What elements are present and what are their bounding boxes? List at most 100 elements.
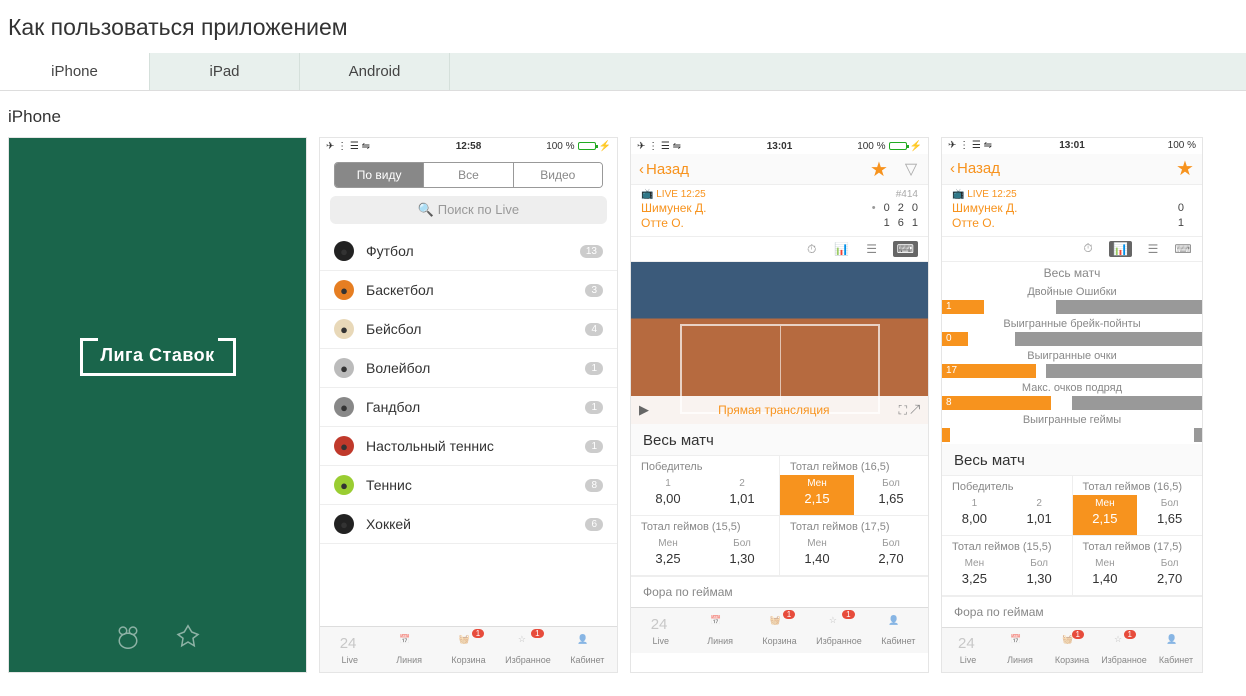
tab-ipad[interactable]: iPad xyxy=(150,53,300,90)
stat-bar-right xyxy=(1056,300,1202,314)
odd-t175-over[interactable]: Бол2,70 xyxy=(854,535,928,575)
filter-icon[interactable]: ▽ xyxy=(902,160,920,178)
sport-icon: ● xyxy=(334,280,354,300)
screenshot-sports-list: ✈ ⋮ ☰ ⇋ 12:58 100 %⚡ По виду Все Видео 🔍… xyxy=(319,137,618,673)
chevron-left-icon: ‹ xyxy=(639,161,644,178)
market-handicap[interactable]: Фора по геймам xyxy=(942,596,1202,627)
stat-bar-left: 1 xyxy=(942,300,984,314)
stat-bar-left: 0 xyxy=(942,332,968,346)
odd-t165-over[interactable]: Бол1,65 xyxy=(854,475,928,515)
sport-count: 1 xyxy=(585,362,603,375)
sport-count: 3 xyxy=(585,284,603,297)
odd-t155-over[interactable]: Бол1,30 xyxy=(1007,555,1072,595)
odd-t165-under[interactable]: Мен2,15 xyxy=(1073,495,1138,535)
tabbar-избранное[interactable]: ☆ Избранное 1 xyxy=(809,608,868,653)
tabbar-кабинет[interactable]: 👤 Кабинет xyxy=(869,608,928,653)
list-icon[interactable]: ☰ xyxy=(1144,241,1162,257)
seg-all[interactable]: Все xyxy=(423,163,512,187)
sport-row[interactable]: ● Гандбол 1 xyxy=(320,388,617,427)
seg-video[interactable]: Видео xyxy=(513,163,602,187)
tabbar-корзина[interactable]: 🧺 Корзина 1 xyxy=(439,627,498,672)
search-input[interactable]: 🔍 Поиск по Live xyxy=(330,196,607,224)
airplane-icon: ✈ ⋮ ☰ ⇋ xyxy=(326,141,370,152)
sport-row[interactable]: ● Бейсбол 4 xyxy=(320,310,617,349)
back-button[interactable]: ‹Назад xyxy=(639,161,689,178)
tabbar-корзина[interactable]: 🧺 Корзина 1 xyxy=(750,608,809,653)
timer-icon[interactable]: ⏱ xyxy=(803,241,821,257)
odd-t175-over[interactable]: Бол2,70 xyxy=(1137,555,1202,595)
keyboard-icon[interactable]: ⌨ xyxy=(1174,241,1192,257)
star-icon[interactable]: ★ xyxy=(1176,160,1194,178)
battery-text: 100 % xyxy=(546,141,574,152)
sport-row[interactable]: ● Настольный теннис 1 xyxy=(320,427,617,466)
odd-winner-1[interactable]: 18,00 xyxy=(942,495,1007,535)
list-icon[interactable]: ☰ xyxy=(863,241,881,257)
odd-winner-2[interactable]: 21,01 xyxy=(705,475,779,515)
stat-bar-left: 17 xyxy=(942,364,1036,378)
sport-name: Гандбол xyxy=(366,399,420,415)
tabbar-label: Линия xyxy=(396,655,422,665)
tabbar-линия[interactable]: 📅 Линия xyxy=(994,628,1046,672)
odd-t165-under[interactable]: Мен2,15 xyxy=(780,475,854,515)
back-button[interactable]: ‹Назад xyxy=(950,160,1000,177)
market-handicap[interactable]: Фора по геймам xyxy=(631,576,928,607)
market-total175: Тотал геймов (17,5) xyxy=(1073,536,1203,555)
tabbar-live[interactable]: 24 Live xyxy=(942,628,994,672)
sport-icon: ● xyxy=(334,436,354,456)
sport-row[interactable]: ● Футбол 13 xyxy=(320,232,617,271)
sport-icon: ● xyxy=(334,397,354,417)
sport-row[interactable]: ● Теннис 8 xyxy=(320,466,617,505)
tabbar-избранное[interactable]: ☆ Избранное 1 xyxy=(1098,628,1150,672)
sport-row[interactable]: ● Баскетбол 3 xyxy=(320,271,617,310)
tabbar-избранное[interactable]: ☆ Избранное 1 xyxy=(498,627,557,672)
odd-winner-1[interactable]: 18,00 xyxy=(631,475,705,515)
timer-icon[interactable]: ⏱ xyxy=(1079,241,1097,257)
stat-bar-right xyxy=(1046,364,1202,378)
odd-winner-2[interactable]: 21,01 xyxy=(1007,495,1072,535)
star-icon[interactable]: ★ xyxy=(870,160,888,178)
tabbar-линия[interactable]: 📅 Линия xyxy=(690,608,749,653)
odd-t155-over[interactable]: Бол1,30 xyxy=(705,535,779,575)
tabbar-кабинет[interactable]: 👤 Кабинет xyxy=(1150,628,1202,672)
nav-bar: ‹Назад ★ xyxy=(942,154,1202,185)
tabbar-label: Линия xyxy=(707,636,733,646)
sport-count: 1 xyxy=(585,440,603,453)
tabbar-live[interactable]: 24 Live xyxy=(320,627,379,672)
seg-by-type[interactable]: По виду xyxy=(335,163,423,187)
match-toolbar: ⏱ 📊 ☰ ⌨ xyxy=(631,237,928,262)
tabbar-label: Корзина xyxy=(762,636,796,646)
battery-text: 100 % xyxy=(1168,140,1196,151)
stat-label: Макс. очков подряд xyxy=(942,380,1202,396)
keyboard-icon[interactable]: ⌨ xyxy=(893,241,918,257)
player1-name: Шимунек Д. xyxy=(952,201,1017,215)
play-icon[interactable]: ▶ xyxy=(639,402,649,418)
sport-name: Бейсбол xyxy=(366,321,421,337)
stat-label: Выигранные брейк-пойнты xyxy=(942,316,1202,332)
sport-icon: ● xyxy=(334,475,354,495)
odd-t165-over[interactable]: Бол1,65 xyxy=(1137,495,1202,535)
sport-row[interactable]: ● Волейбол 1 xyxy=(320,349,617,388)
stats-icon[interactable]: 📊 xyxy=(1109,241,1132,257)
bottom-tabbar: 24 Live 📅 Линия 🧺 Корзина 1☆ Избранное 1… xyxy=(320,626,617,672)
tab-iphone[interactable]: iPhone xyxy=(0,53,150,90)
tabbar-корзина[interactable]: 🧺 Корзина 1 xyxy=(1046,628,1098,672)
market-total175: Тотал геймов (17,5) xyxy=(780,516,928,535)
tabbar-live[interactable]: 24 Live xyxy=(631,608,690,653)
video-player[interactable]: ▶ Прямая трансляция ⛶ ↗ xyxy=(631,262,928,424)
odd-t175-under[interactable]: Мен1,40 xyxy=(1073,555,1138,595)
status-time: 12:58 xyxy=(456,141,482,152)
tabbar-линия[interactable]: 📅 Линия xyxy=(379,627,438,672)
tabbar-icon: 👤 xyxy=(577,634,597,654)
tabbar-icon: 📅 xyxy=(710,615,730,635)
sport-row[interactable]: ● Хоккей 6 xyxy=(320,505,617,544)
expand-icon[interactable]: ⛶ ↗ xyxy=(899,403,920,418)
stats-icon[interactable]: 📊 xyxy=(833,241,851,257)
tabbar-кабинет[interactable]: 👤 Кабинет xyxy=(558,627,617,672)
market-total155: Тотал геймов (15,5) xyxy=(942,536,1072,555)
tabbar-label: Избранное xyxy=(816,636,862,646)
odd-t155-under[interactable]: Мен3,25 xyxy=(631,535,705,575)
odd-t155-under[interactable]: Мен3,25 xyxy=(942,555,1007,595)
tab-android[interactable]: Android xyxy=(300,53,450,90)
odd-t175-under[interactable]: Мен1,40 xyxy=(780,535,854,575)
tabbar-label: Избранное xyxy=(505,655,551,665)
